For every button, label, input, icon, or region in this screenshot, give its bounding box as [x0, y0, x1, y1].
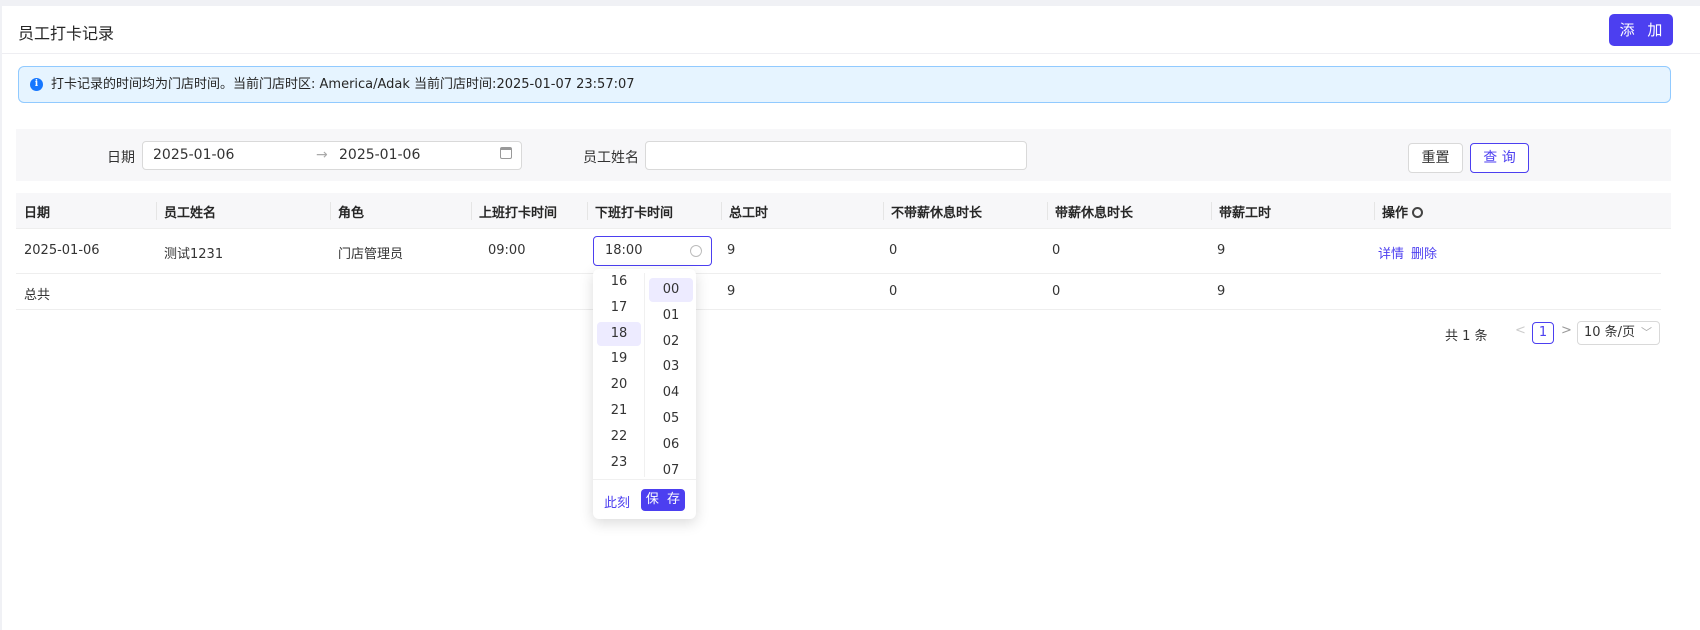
- minute-option[interactable]: 05: [649, 407, 693, 431]
- hour-option[interactable]: 23: [597, 451, 641, 475]
- minute-option[interactable]: 01: [649, 304, 693, 328]
- employee-name-input[interactable]: [645, 141, 1027, 170]
- cell-unpaid-break: 0: [889, 243, 898, 258]
- page-size-value: 10 条/页: [1584, 325, 1636, 340]
- summary-paid-hours: 9: [1217, 284, 1226, 299]
- page-header: 员工打卡记录 添 加: [2, 6, 1700, 54]
- detail-link[interactable]: 详情: [1378, 243, 1404, 262]
- col-divider: [330, 202, 331, 220]
- calendar-icon[interactable]: [500, 147, 512, 159]
- col-name: 员工姓名: [164, 206, 217, 221]
- hour-option[interactable]: 22: [597, 425, 641, 449]
- col-paid-hours: 带薪工时: [1219, 206, 1272, 221]
- col-divider: [1374, 202, 1375, 220]
- query-button[interactable]: 查 询: [1470, 143, 1529, 173]
- filter-bar: 日期 2025-01-06 → 2025-01-06 员工姓名 重置 查 询: [16, 129, 1671, 181]
- cell-paid-break: 0: [1052, 243, 1061, 258]
- range-arrow-icon: →: [316, 147, 328, 163]
- cell-total-hours: 9: [727, 243, 736, 258]
- col-divider: [1211, 202, 1212, 220]
- minute-option[interactable]: 03: [649, 355, 693, 379]
- time-picker-footer: 此刻 保 存: [593, 479, 696, 519]
- col-total-hours: 总工时: [729, 206, 769, 221]
- info-icon: i: [30, 78, 43, 91]
- save-button[interactable]: 保 存: [641, 489, 685, 511]
- hour-option[interactable]: 20: [597, 373, 641, 397]
- reset-button[interactable]: 重置: [1408, 143, 1463, 173]
- col-clock-out: 下班打卡时间: [595, 206, 674, 221]
- minute-option[interactable]: 02: [649, 330, 693, 354]
- summary-row: 总共 9 0 0 9: [16, 274, 1661, 310]
- col-divider: [471, 202, 472, 220]
- cell-date: 2025-01-06: [24, 243, 100, 258]
- hour-option[interactable]: 16: [597, 270, 641, 294]
- now-link[interactable]: 此刻: [604, 492, 630, 511]
- hour-option[interactable]: 18: [597, 321, 641, 346]
- col-paid-break: 带薪休息时长: [1055, 206, 1134, 221]
- date-label: 日期: [107, 150, 135, 166]
- col-clock-in: 上班打卡时间: [479, 206, 558, 221]
- prev-page-icon[interactable]: <: [1515, 323, 1526, 338]
- summary-paid-break: 0: [1052, 284, 1061, 299]
- col-divider: [883, 202, 884, 220]
- cell-name: 测试1231: [164, 247, 224, 262]
- timezone-alert: i 打卡记录的时间均为门店时间。当前门店时区: America/Adak 当前门…: [18, 66, 1671, 103]
- col-divider: [156, 202, 157, 220]
- date-start[interactable]: 2025-01-06: [153, 147, 234, 163]
- page-size-select[interactable]: 10 条/页 ﹀: [1577, 321, 1660, 345]
- col-role: 角色: [338, 206, 365, 221]
- gear-icon[interactable]: [1412, 207, 1424, 218]
- cell-clock-in[interactable]: 09:00: [488, 243, 525, 258]
- date-end[interactable]: 2025-01-06: [339, 147, 420, 163]
- clock-icon: [690, 245, 702, 257]
- chevron-down-icon: ﹀: [1641, 326, 1652, 339]
- col-unpaid-break: 不带薪休息时长: [891, 206, 983, 221]
- minute-option[interactable]: 06: [649, 433, 693, 457]
- hour-option[interactable]: 19: [597, 347, 641, 371]
- delete-link[interactable]: 删除: [1411, 243, 1437, 262]
- hour-option[interactable]: 17: [597, 296, 641, 320]
- col-divider: [587, 202, 588, 220]
- summary-label: 总共: [24, 288, 51, 303]
- minute-option[interactable]: 04: [649, 381, 693, 405]
- summary-unpaid-break: 0: [889, 284, 898, 299]
- hour-option[interactable]: 21: [597, 399, 641, 423]
- summary-total-hours: 9: [727, 284, 736, 299]
- col-date: 日期: [24, 206, 51, 221]
- pagination-total: 共 1 条: [1445, 329, 1488, 344]
- cell-paid-hours: 9: [1217, 243, 1226, 258]
- clock-out-time-input[interactable]: 18:00: [593, 236, 712, 266]
- alert-text: 打卡记录的时间均为门店时间。当前门店时区: America/Adak 当前门店时…: [51, 77, 635, 92]
- col-divider: [721, 202, 722, 220]
- date-range-picker[interactable]: 2025-01-06 → 2025-01-06: [142, 141, 522, 170]
- page-1-button[interactable]: 1: [1532, 322, 1554, 344]
- col-divider: [1047, 202, 1048, 220]
- add-button[interactable]: 添 加: [1609, 14, 1673, 46]
- name-label: 员工姓名: [583, 150, 639, 166]
- table-header: 日期 员工姓名 角色 上班打卡时间 下班打卡时间 总工时 不带薪休息时长 带薪休…: [16, 193, 1671, 229]
- page-title: 员工打卡记录: [18, 24, 115, 43]
- table-row: 2025-01-06 测试1231 门店管理员 09:00 18:00 9 0 …: [16, 229, 1661, 274]
- clock-out-value: 18:00: [605, 243, 643, 258]
- minute-option[interactable]: 00: [649, 278, 693, 302]
- time-picker-dropdown: 16 17 18 19 20 21 22 23 00 01 02 03 04 05 06 07 此刻 保 存: [593, 269, 696, 519]
- next-page-icon[interactable]: >: [1561, 323, 1572, 338]
- col-actions: 操作: [1382, 202, 1424, 221]
- col-actions-label: 操作: [1382, 206, 1409, 221]
- cell-role: 门店管理员: [338, 247, 404, 262]
- column-divider: [644, 273, 645, 477]
